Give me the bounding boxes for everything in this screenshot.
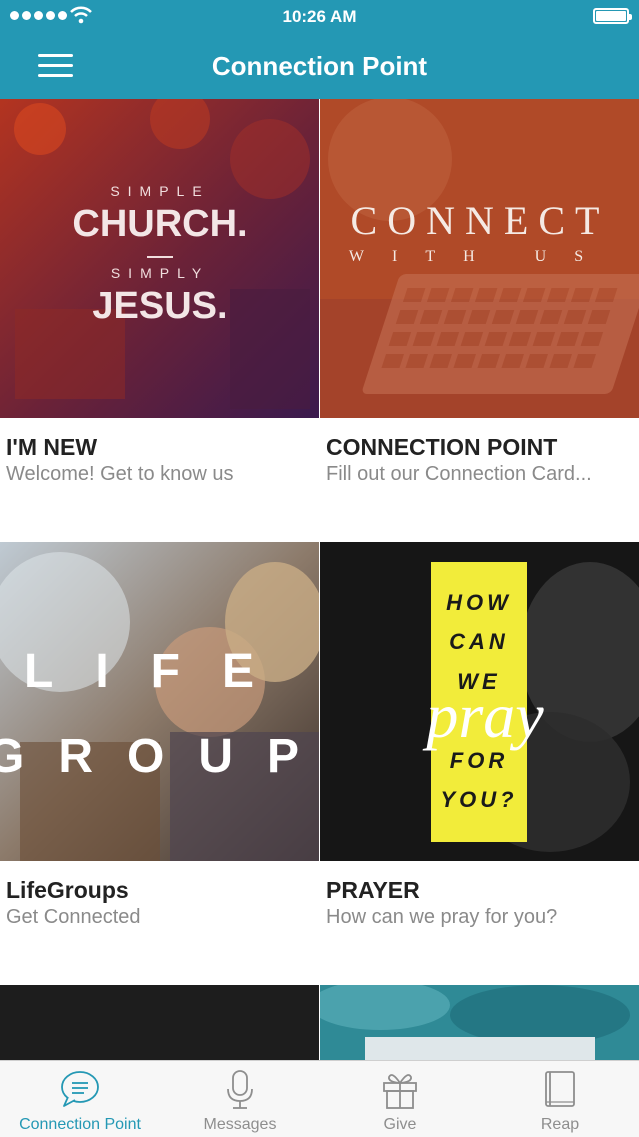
microphone-icon [227,1070,253,1109]
tile-connection-point[interactable]: CONNECT WITH US CONNECTION POINT Fill ou… [320,99,639,542]
tile-im-new[interactable]: SIMPLE CHURCH. SIMPLY JESUS. I'M NEW Wel… [0,99,319,542]
tile-prayer[interactable]: HOW CAN WE FOR YOU? pray PRAYER How can … [320,542,639,985]
tile-image: CONNECT WITH US [320,99,639,418]
tab-label: Connection Point [19,1116,141,1133]
status-bar: 10:26 AM [0,0,639,34]
tab-messages[interactable]: Messages [160,1061,320,1137]
nav-bar: Connection Point [0,34,639,99]
tile-image-text: CONNECT [351,198,610,243]
tab-label: Reap [540,1116,580,1133]
tile-title: LifeGroups [6,877,129,903]
tile-image-text: FOR [450,748,508,773]
tile-image-text: SIMPLY [111,265,209,281]
tile-lifegroups[interactable]: LIFE GROUP LifeGroups Get Connected [0,542,319,985]
tile-image-text: GROUP [0,730,319,783]
tab-give[interactable]: Give [320,1061,480,1137]
gift-icon [383,1074,417,1109]
tile-title: CONNECTION POINT [326,434,558,460]
tile-subtitle: Get Connected [6,906,141,928]
tile-subtitle: Fill out our Connection Card... [326,463,592,485]
tile-image-text: CAN [449,629,509,654]
tile-image-text: JESUS. [92,285,227,327]
tile-image [320,985,639,1060]
tile-image-text: SIMPLE [110,183,209,199]
tile-image-text: HOW [446,590,512,615]
tab-label: Messages [203,1116,277,1133]
tile-image-text: YOU? [440,787,517,812]
tile-image-text: LIFE [24,645,296,698]
tile-image-text: WITH US [349,248,611,265]
book-icon [545,1071,575,1107]
tile-image: HOW CAN WE FOR YOU? pray [320,542,639,861]
tile-image: LIFE GROUP [0,542,319,861]
tab-bar: Connection Point Messages Give Reap [0,1060,639,1137]
chat-bubble-icon [61,1071,99,1107]
tab-connection-point[interactable]: Connection Point [0,1061,160,1137]
tile-image-text: CHURCH. [72,203,247,245]
tile-title: I'M NEW [6,434,98,460]
tile-image: SIMPLE CHURCH. SIMPLY JESUS. [0,99,319,418]
tile-image-text: pray [422,680,544,751]
tab-label: Give [383,1116,417,1133]
tile-subtitle: How can we pray for you? [326,906,558,928]
tile-subtitle: Welcome! Get to know us [6,463,234,485]
tile-partial-right[interactable] [320,985,639,1060]
page-title: Connection Point [211,51,428,81]
battery-icon [593,8,632,24]
tile-title: PRAYER [326,877,420,903]
tab-reap[interactable]: Reap [480,1061,639,1137]
status-time: 10:26 AM [282,7,357,26]
tile-partial-left[interactable] [0,985,319,1060]
